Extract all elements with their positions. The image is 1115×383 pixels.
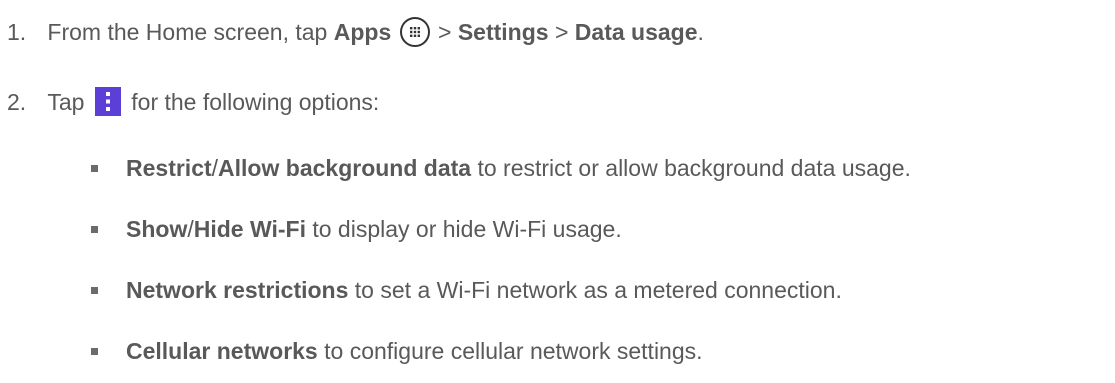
step-2: 2. Tap for the following options: xyxy=(7,87,380,118)
step-number: 2. xyxy=(7,89,27,115)
option-label: Cellular networks xyxy=(126,338,318,364)
apps-grid-icon xyxy=(399,16,430,47)
step-text: for the following options: xyxy=(124,89,380,115)
option-item: Show/Hide Wi-Fi to display or hide Wi-Fi… xyxy=(126,215,622,243)
option-description: to display or hide Wi-Fi usage. xyxy=(305,216,622,242)
settings-label: Settings xyxy=(457,19,549,45)
separator: > xyxy=(548,19,575,45)
period: . xyxy=(697,19,704,45)
option-label: Hide Wi-Fi xyxy=(193,216,306,242)
option-item: Restrict/Allow background data to restri… xyxy=(126,154,911,182)
option-label: Restrict xyxy=(126,155,212,181)
option-description: to set a Wi-Fi network as a metered conn… xyxy=(348,277,842,303)
option-label: Network restrictions xyxy=(126,277,349,303)
bullet-marker xyxy=(91,287,98,294)
option-description: to configure cellular network settings. xyxy=(317,338,703,364)
bullet-marker xyxy=(91,348,98,355)
apps-label: Apps xyxy=(333,19,392,45)
step-text: From the Home screen, tap xyxy=(47,19,334,45)
option-item: Network restrictions to set a Wi-Fi netw… xyxy=(126,276,842,304)
bullet-marker xyxy=(91,165,98,172)
separator: > xyxy=(431,19,458,45)
step-number: 1. xyxy=(7,19,27,45)
option-description: to restrict or allow background data usa… xyxy=(471,155,911,181)
data-usage-label: Data usage xyxy=(574,19,698,45)
option-label: Allow background data xyxy=(218,155,472,181)
step-text: Tap xyxy=(47,89,91,115)
bullet-marker xyxy=(91,226,98,233)
option-item: Cellular networks to configure cellular … xyxy=(126,337,703,365)
option-label: Show xyxy=(126,216,188,242)
menu-more-vert-icon xyxy=(94,87,121,117)
step-1: 1. From the Home screen, tap Apps > Sett… xyxy=(7,16,704,49)
